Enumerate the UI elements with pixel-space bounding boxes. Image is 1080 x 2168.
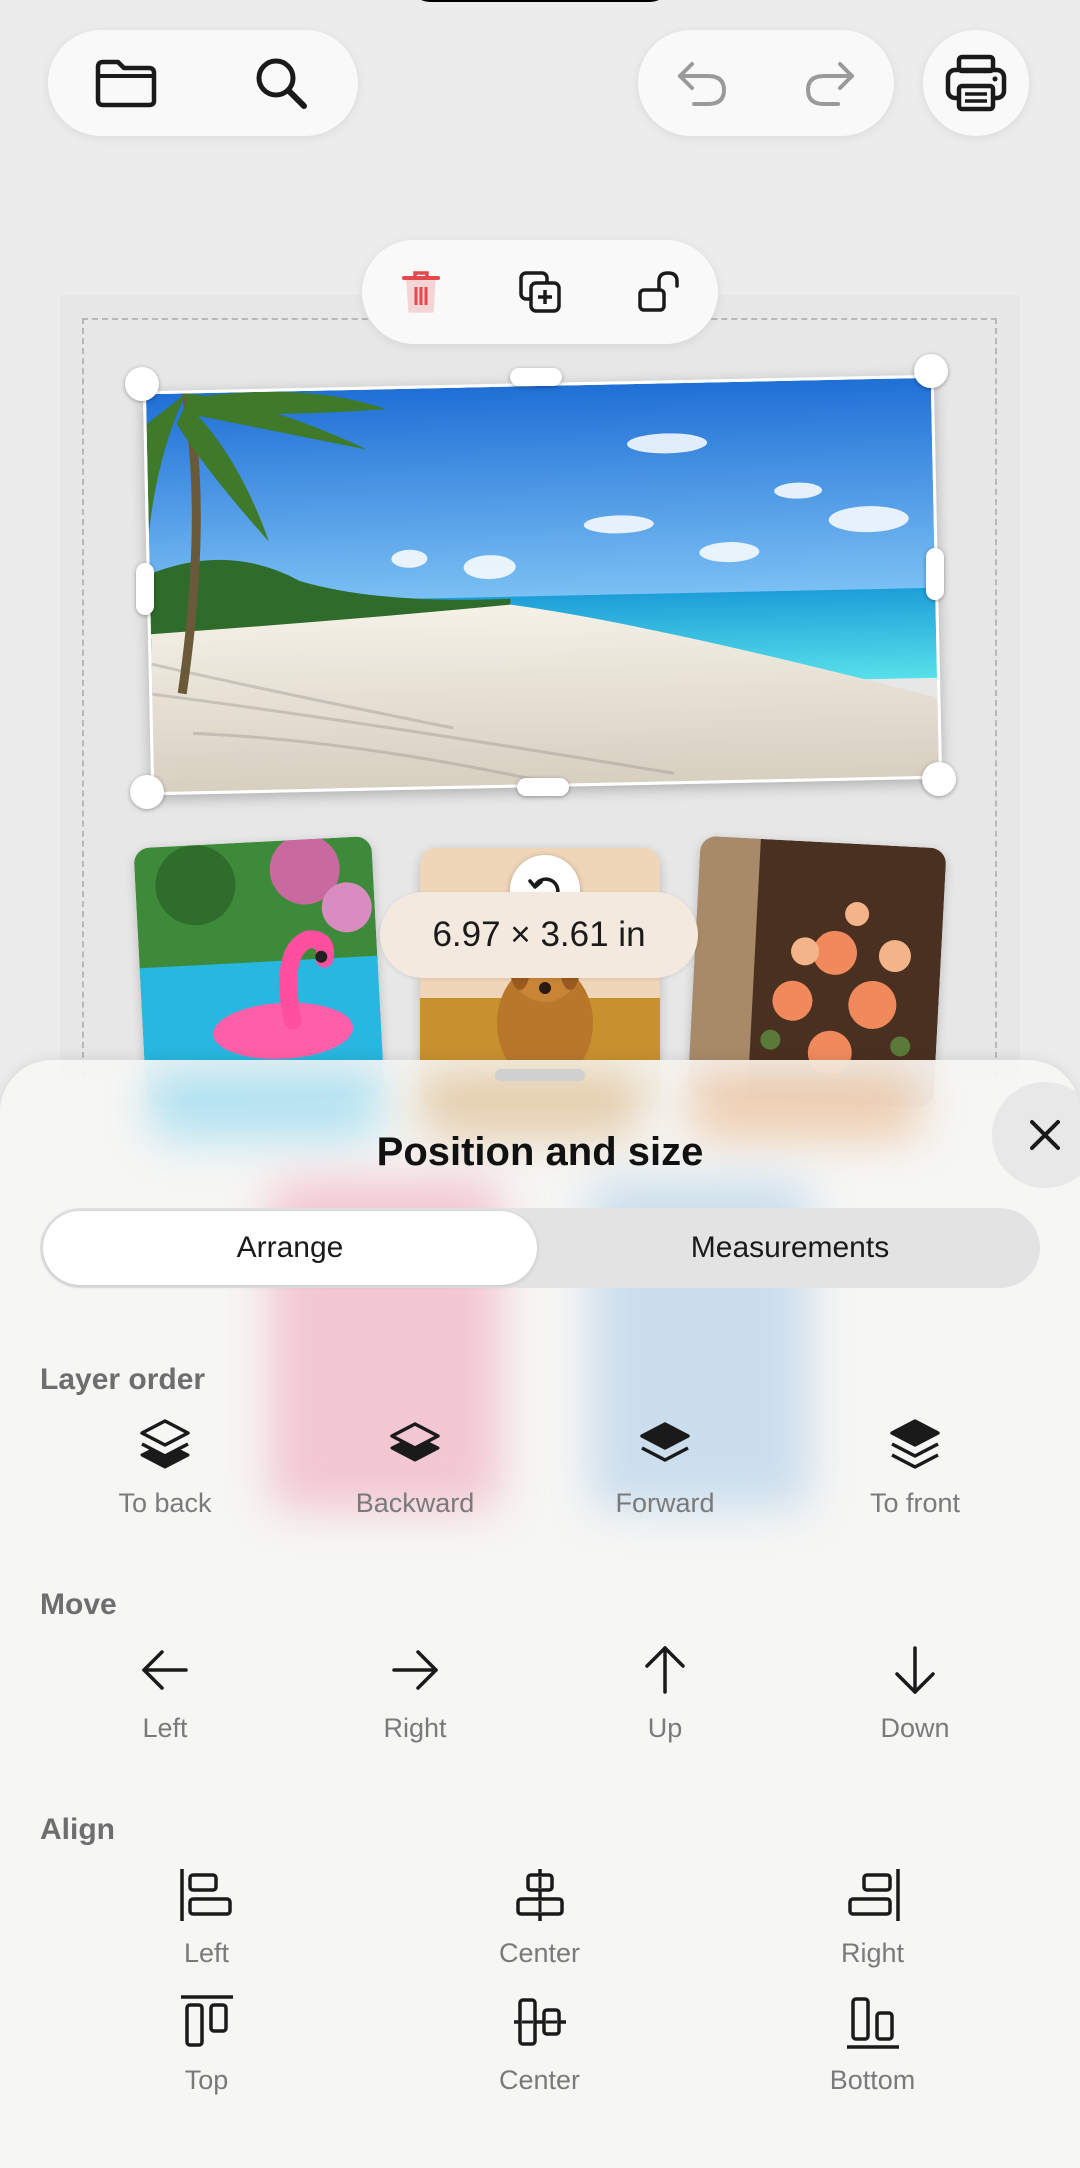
- to-back-label: To back: [118, 1488, 212, 1518]
- align-left-icon: [179, 1869, 232, 1921]
- tab-switcher: Arrange Measurements: [40, 1208, 1040, 1288]
- file-search-group: [48, 30, 358, 136]
- resize-handle-bottom-right[interactable]: [922, 762, 956, 796]
- undo-icon[interactable]: [657, 38, 747, 128]
- arrow-right-icon: [392, 1650, 438, 1690]
- align-center-vertical-label: Center: [498, 2065, 581, 2095]
- resize-handle-top-left[interactable]: [125, 367, 159, 401]
- align-title: Align: [40, 1813, 115, 1846]
- backward-label: Backward: [355, 1488, 475, 1518]
- align-center-horizontal-button[interactable]: Center: [373, 1860, 706, 1969]
- arrow-up-icon: [645, 1646, 685, 1694]
- backward-button[interactable]: Backward: [290, 1410, 540, 1519]
- search-icon[interactable]: [236, 38, 326, 128]
- printer-icon: [945, 54, 1007, 112]
- resize-handle-left[interactable]: [136, 563, 154, 615]
- history-group: [638, 30, 894, 136]
- align-top-button[interactable]: Top: [40, 1987, 373, 2096]
- print-button[interactable]: [923, 30, 1029, 136]
- resize-handle-bottom[interactable]: [517, 778, 569, 796]
- move-left-button[interactable]: Left: [40, 1635, 290, 1744]
- layers-to-back-icon: [140, 1419, 190, 1469]
- align-top-icon: [180, 1995, 233, 2047]
- align-center-vertical-icon: [513, 1998, 566, 2046]
- tab-arrange[interactable]: Arrange: [43, 1211, 537, 1285]
- align-right-label: Right: [840, 1938, 905, 1968]
- arrow-down-icon: [895, 1646, 935, 1694]
- duplicate-icon[interactable]: [495, 247, 585, 337]
- unlock-icon[interactable]: [614, 247, 704, 337]
- align-top-label: Top: [184, 2065, 229, 2095]
- size-label: 6.97 × 3.61 in: [380, 892, 698, 978]
- resize-handle-top[interactable]: [510, 368, 562, 386]
- move-down-label: Down: [880, 1713, 950, 1743]
- folder-icon[interactable]: [81, 38, 171, 128]
- move-right-label: Right: [383, 1713, 447, 1743]
- sheet-grabber[interactable]: [495, 1069, 585, 1081]
- move-left-label: Left: [142, 1713, 188, 1743]
- align-bottom-icon: [846, 1997, 899, 2049]
- align-left-button[interactable]: Left: [40, 1860, 373, 1969]
- align-center-vertical-button[interactable]: Center: [373, 1987, 706, 2096]
- resize-handle-right[interactable]: [926, 548, 944, 600]
- forward-label: Forward: [615, 1488, 715, 1518]
- align-center-horizontal-label: Center: [498, 1938, 581, 1968]
- selected-beach-photo[interactable]: [142, 374, 943, 796]
- move-down-button[interactable]: Down: [790, 1635, 1040, 1744]
- position-and-size-sheet: Position and size Arrange Measurements L…: [0, 1060, 1080, 2168]
- trash-icon[interactable]: [376, 247, 466, 337]
- resize-handle-bottom-left[interactable]: [130, 775, 164, 809]
- move-title: Move: [40, 1588, 117, 1621]
- sheet-title: Position and size: [376, 1130, 704, 1174]
- selection-context-menu: [362, 240, 718, 344]
- move-right-button[interactable]: Right: [290, 1635, 540, 1744]
- to-front-label: To front: [869, 1488, 961, 1518]
- align-center-horizontal-icon: [515, 1869, 564, 1921]
- align-bottom-button[interactable]: Bottom: [706, 1987, 1039, 2096]
- to-back-button[interactable]: To back: [40, 1410, 290, 1519]
- align-right-button[interactable]: Right: [706, 1860, 1039, 1969]
- layer-order-title: Layer order: [40, 1363, 206, 1396]
- arrow-left-icon: [142, 1650, 188, 1690]
- forward-button[interactable]: Forward: [540, 1410, 790, 1519]
- redo-icon[interactable]: [785, 38, 875, 128]
- close-icon: [1030, 1120, 1060, 1150]
- to-front-button[interactable]: To front: [790, 1410, 1040, 1519]
- move-up-label: Up: [647, 1713, 683, 1743]
- layers-forward-icon: [640, 1422, 690, 1462]
- resize-handle-top-right[interactable]: [914, 354, 948, 388]
- align-bottom-label: Bottom: [829, 2065, 916, 2095]
- camera-notch: [410, 0, 670, 2]
- move-up-button[interactable]: Up: [540, 1635, 790, 1744]
- tab-measurements[interactable]: Measurements: [543, 1211, 1037, 1285]
- align-right-icon: [847, 1869, 900, 1921]
- layers-to-front-icon: [890, 1419, 940, 1469]
- align-left-label: Left: [183, 1938, 230, 1968]
- layers-backward-icon: [390, 1422, 440, 1462]
